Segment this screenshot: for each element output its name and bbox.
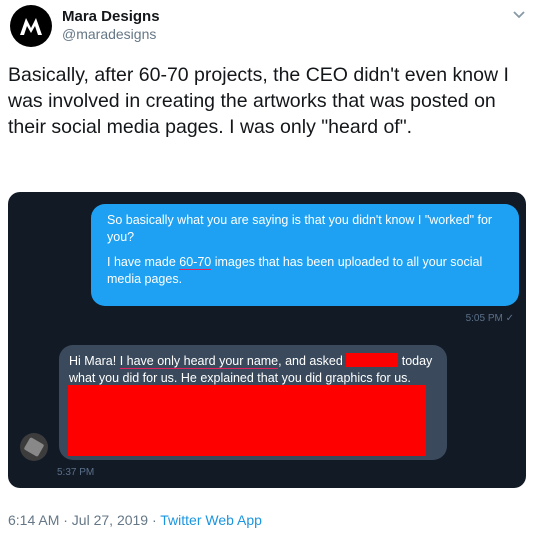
outgoing-message-para2: I have made 60-70 images that has been u… <box>107 254 503 288</box>
sender-avatar <box>20 433 48 461</box>
outgoing-message: So basically what you are saying is that… <box>91 204 519 306</box>
tweet-datetime[interactable]: 6:14 AM · Jul 27, 2019 · <box>8 512 160 528</box>
outgoing-message-para1: So basically what you are saying is that… <box>107 213 493 244</box>
chevron-down-icon[interactable] <box>512 10 526 20</box>
outgoing-underlined-text: 60-70 <box>179 255 212 270</box>
outgoing-timestamp-text: 5:05 PM <box>465 313 503 324</box>
incoming-timestamp: 5:37 PM <box>57 467 95 478</box>
author-name[interactable]: Mara Designs <box>62 8 160 25</box>
outgoing-text-a: I have made <box>107 255 180 269</box>
incoming-text-start: Hi Mara! <box>69 354 120 368</box>
outgoing-timestamp: 5:05 PM ✓ <box>466 313 514 324</box>
tweet-source-link[interactable]: Twitter Web App <box>160 512 262 528</box>
incoming-text-mid: , and asked <box>278 354 347 368</box>
author-handle[interactable]: @maradesigns <box>62 26 156 42</box>
tweet-media-screenshot[interactable]: So basically what you are saying is that… <box>8 192 526 488</box>
redacted-name <box>346 353 399 367</box>
incoming-underlined-text: I have only heard your name <box>119 354 279 369</box>
mara-logo-icon <box>20 18 42 35</box>
tweet-text: Basically, after 60-70 projects, the CEO… <box>8 64 509 138</box>
redacted-block <box>68 385 426 456</box>
author-avatar[interactable] <box>10 5 52 47</box>
tweet-meta: 6:14 AM · Jul 27, 2019 · Twitter Web App <box>8 512 262 528</box>
check-icon: ✓ <box>505 313 514 324</box>
incoming-message: Hi Mara! I have only heard your name, an… <box>59 345 447 460</box>
